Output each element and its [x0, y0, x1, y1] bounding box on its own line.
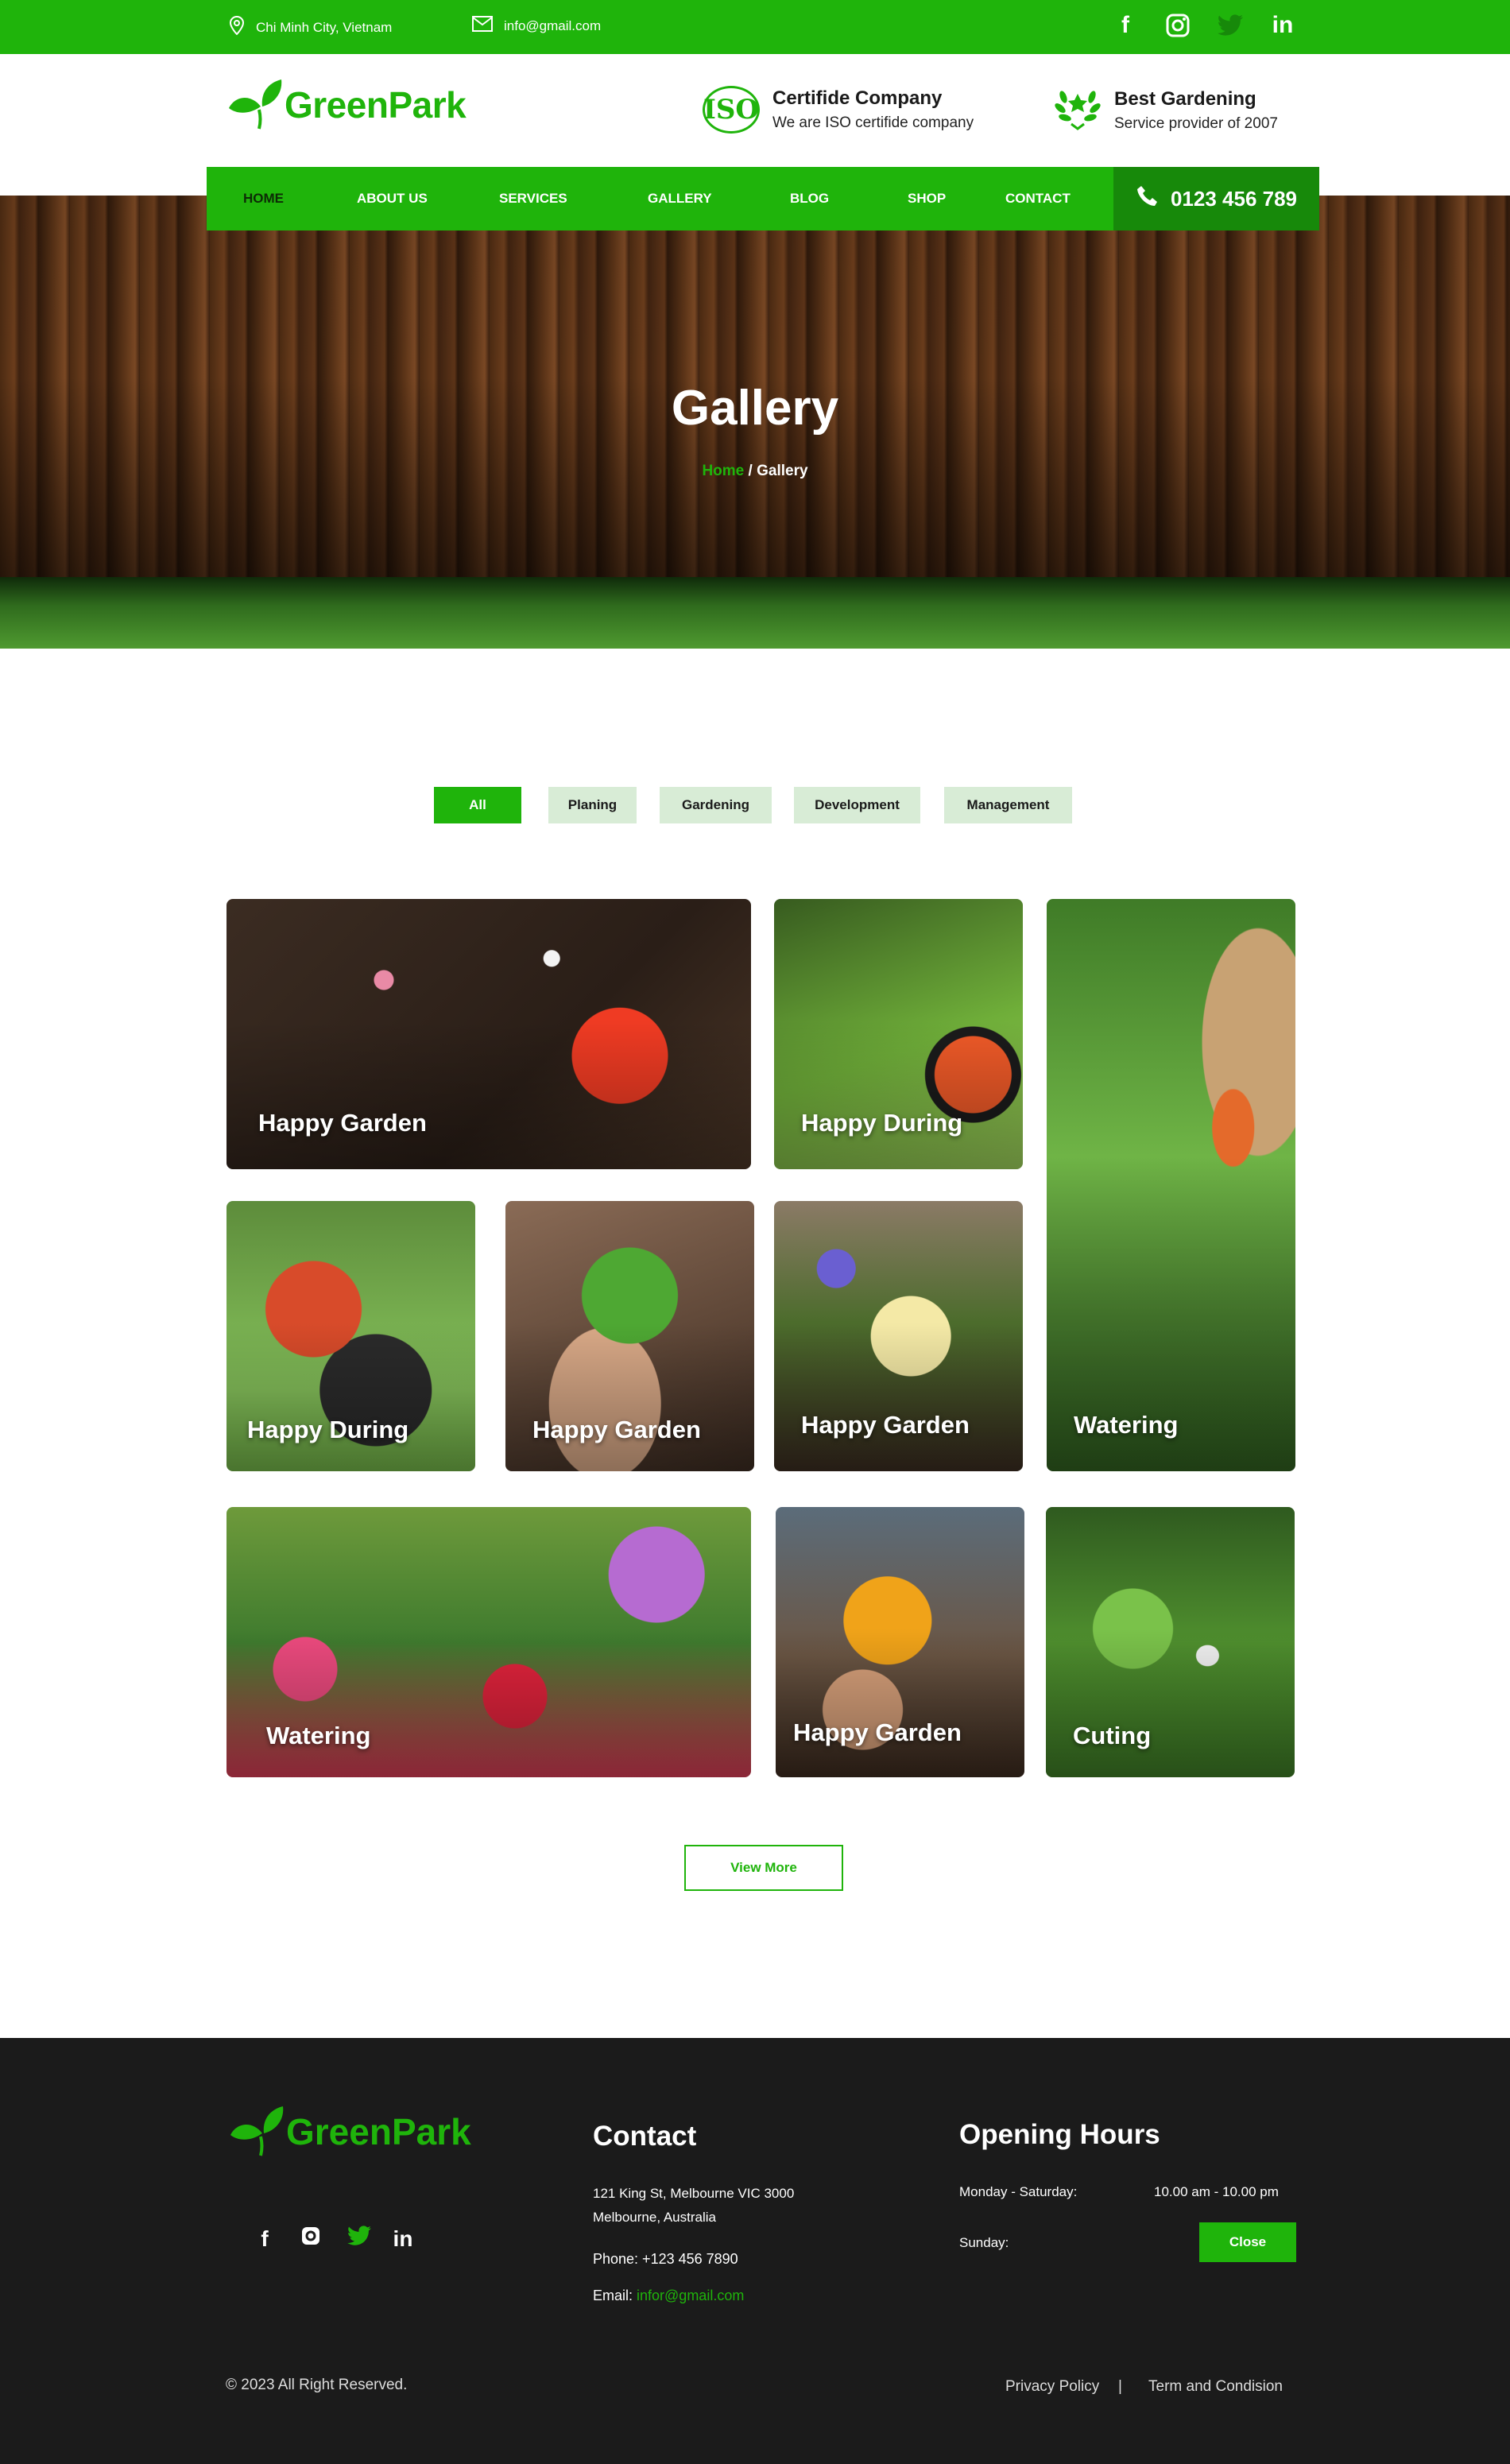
best-title: Best Gardening — [1114, 87, 1256, 110]
leaf-logo-icon — [226, 2102, 289, 2161]
gallery-item[interactable]: Happy Garden — [774, 1201, 1023, 1471]
gallery-item[interactable]: Happy During — [226, 1201, 475, 1471]
laurel-wreath-icon — [1054, 86, 1102, 134]
nav-gallery[interactable]: GALLERY — [648, 191, 712, 207]
sunday-close-badge: Close — [1199, 2222, 1296, 2262]
brand-name: GreenPark — [285, 83, 467, 126]
filter-development[interactable]: Development — [794, 787, 920, 823]
gallery-item[interactable]: Happy Garden — [226, 899, 751, 1169]
gallery-item[interactable]: Watering — [1047, 899, 1295, 1471]
nav-services[interactable]: SERVICES — [499, 191, 567, 207]
instagram-icon[interactable] — [1163, 11, 1192, 40]
grass-strip — [0, 577, 1510, 649]
footer-email: Email: infor@gmail.com — [593, 2288, 744, 2304]
cert-title: Certifide Company — [772, 87, 943, 109]
filter-gardening[interactable]: Gardening — [660, 787, 772, 823]
breadcrumb-separator: / — [744, 463, 757, 479]
phone-call-button[interactable]: 0123 456 789 — [1113, 167, 1319, 231]
address-line-1: 121 King St, Melbourne VIC 3000 — [593, 2186, 795, 2201]
gallery-filter-tabs: All Planing Gardening Development Manage… — [0, 787, 1510, 823]
twitter-icon[interactable] — [1216, 11, 1245, 40]
breadcrumb: Home / Gallery — [0, 463, 1510, 480]
cert-subtitle: We are ISO certifide company — [772, 114, 974, 131]
weekday-hours: 10.00 am - 10.00 pm — [1154, 2184, 1279, 2199]
gallery-caption: Cuting — [1073, 1722, 1152, 1749]
nav-blog[interactable]: BLOG — [790, 191, 829, 207]
phone-icon — [1136, 184, 1160, 214]
main-nav: HOME ABOUT US SERVICES GALLERY BLOG SHOP… — [207, 167, 1113, 231]
nav-home[interactable]: HOME — [243, 191, 284, 207]
gallery-caption: Happy Garden — [532, 1416, 701, 1443]
location-text: Chi Minh City, Vietnam — [256, 19, 393, 35]
gallery-item[interactable]: Happy During — [774, 899, 1023, 1169]
footer-logo[interactable]: GreenPark — [226, 2102, 471, 2161]
gallery-caption: Happy Garden — [258, 1109, 427, 1137]
sunday-label: Sunday: — [959, 2235, 1009, 2250]
terms-link[interactable]: Term and Condision — [1148, 2378, 1283, 2396]
address-line-2: Melbourne, Australia — [593, 2210, 716, 2225]
view-more-button[interactable]: View More — [684, 1845, 843, 1891]
instagram-icon[interactable] — [300, 2226, 321, 2252]
breadcrumb-current: Gallery — [757, 463, 808, 479]
phone-number: 0123 456 789 — [1170, 186, 1298, 211]
filter-all[interactable]: All — [434, 787, 521, 823]
leaf-logo-icon — [224, 75, 288, 134]
twitter-icon[interactable] — [347, 2226, 371, 2252]
envelope-icon — [472, 16, 493, 36]
gallery-caption: Watering — [1074, 1411, 1179, 1439]
facebook-icon[interactable]: f — [1111, 11, 1140, 40]
facebook-icon[interactable]: f — [254, 2226, 275, 2252]
gallery-caption: Happy During — [801, 1109, 963, 1137]
iso-badge-icon: ISO — [703, 86, 760, 134]
location-pin-icon — [229, 15, 245, 39]
gallery-caption: Happy During — [247, 1416, 409, 1443]
footer-social-links: f in — [254, 2226, 413, 2252]
linkedin-icon[interactable]: in — [393, 2226, 413, 2252]
weekday-label: Monday - Saturday: — [959, 2184, 1078, 2199]
gallery-caption: Happy Garden — [793, 1718, 962, 1746]
email-text[interactable]: info@gmail.com — [504, 18, 601, 34]
filter-management[interactable]: Management — [944, 787, 1072, 823]
location-info: Chi Minh City, Vietnam — [229, 15, 393, 39]
footer-brand-name: GreenPark — [286, 2110, 471, 2152]
gallery-item[interactable]: Happy Garden — [776, 1507, 1024, 1777]
top-bar: Chi Minh City, Vietnam info@gmail.com f … — [0, 0, 1510, 54]
filter-planing[interactable]: Planing — [548, 787, 637, 823]
gallery-item[interactable]: Cuting — [1046, 1507, 1295, 1777]
page-title: Gallery — [671, 381, 839, 436]
email-info[interactable]: info@gmail.com — [472, 16, 601, 36]
legal-separator: | — [1118, 2378, 1122, 2395]
site-footer: GreenPark f in Contact 121 King St, Melb… — [0, 2038, 1510, 2464]
breadcrumb-home[interactable]: Home — [702, 463, 744, 479]
opening-hours-title: Opening Hours — [959, 2119, 1160, 2150]
nav-contact[interactable]: CONTACT — [1005, 191, 1071, 207]
certified-company-badge: ISO Certifide Company We are ISO certifi… — [703, 86, 974, 134]
footer-email-label: Email: — [593, 2288, 637, 2303]
best-subtitle: Service provider of 2007 — [1114, 114, 1278, 132]
gallery-caption: Happy Garden — [801, 1411, 970, 1439]
privacy-policy-link[interactable]: Privacy Policy — [1005, 2378, 1099, 2396]
nav-shop[interactable]: SHOP — [908, 191, 946, 207]
gallery-item[interactable]: Watering — [226, 1507, 751, 1777]
footer-contact-title: Contact — [593, 2121, 697, 2152]
gallery-item[interactable]: Happy Garden — [505, 1201, 754, 1471]
nav-about-us[interactable]: ABOUT US — [357, 191, 428, 207]
top-social-links: f in — [1111, 11, 1297, 40]
brand-logo[interactable]: GreenPark — [224, 75, 467, 134]
site-header: GreenPark ISO Certifide Company We are I… — [0, 54, 1510, 167]
footer-email-link[interactable]: infor@gmail.com — [637, 2288, 744, 2303]
best-gardening-badge: Best Gardening Service provider of 2007 — [1054, 86, 1278, 134]
footer-phone: Phone: +123 456 7890 — [593, 2251, 738, 2267]
page-hero-banner: Gallery Home / Gallery — [0, 196, 1510, 649]
gallery-caption: Watering — [266, 1722, 371, 1749]
linkedin-icon[interactable]: in — [1268, 11, 1297, 40]
copyright-text: © 2023 All Right Reserved. — [226, 2377, 408, 2393]
